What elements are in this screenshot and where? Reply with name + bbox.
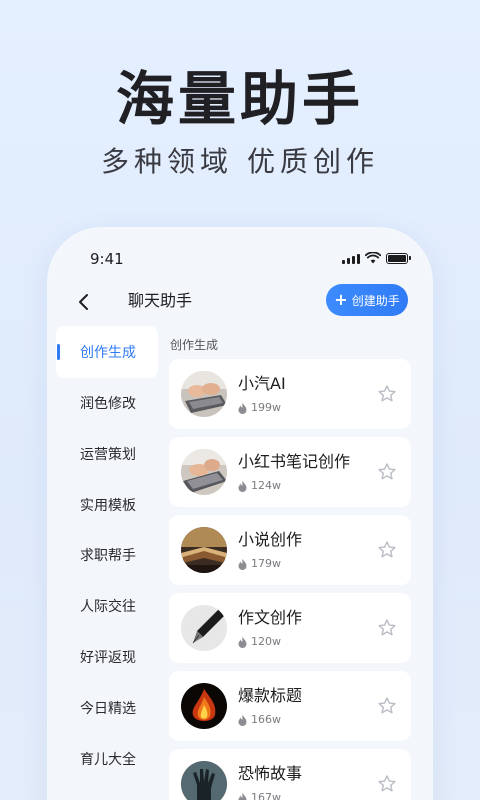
sidebar-item-operations[interactable]: 运营策划	[56, 428, 158, 480]
typing-laptop-avatar	[181, 449, 227, 495]
dark-hand-avatar	[181, 761, 227, 800]
assistant-card[interactable]: 作文创作 120w	[169, 593, 411, 663]
sidebar-item-label: 人际交往	[80, 599, 136, 615]
create-assistant-button[interactable]: + 创建助手	[326, 284, 408, 316]
sidebar-item-creation[interactable]: 创作生成	[56, 326, 158, 378]
section-label: 创作生成	[170, 338, 219, 352]
star-icon[interactable]	[377, 384, 397, 404]
flames-avatar	[181, 683, 227, 729]
status-time: 9:41	[90, 250, 124, 268]
page-title: 聊天助手	[128, 291, 193, 310]
sidebar-item-parenting[interactable]: 育儿大全	[56, 733, 158, 785]
usage-stats: 179w	[238, 557, 281, 571]
chevron-left-icon[interactable]	[74, 290, 94, 314]
assistant-name: 小红书笔记创作	[238, 452, 351, 471]
status-bar: 9:41	[48, 228, 432, 288]
assistant-name: 恐怖故事	[238, 764, 303, 783]
usage-stats: 199w	[238, 401, 281, 415]
assistant-card[interactable]: 小红书笔记创作 124w	[169, 437, 411, 507]
sidebar-item-polish[interactable]: 润色修改	[56, 377, 158, 429]
sidebar-item-picks[interactable]: 今日精选	[56, 682, 158, 734]
plus-icon: +	[334, 290, 348, 309]
create-assistant-label: 创建助手	[351, 293, 400, 308]
wifi-icon	[365, 252, 381, 264]
open-book-avatar	[181, 527, 227, 573]
sidebar-item-label: 育儿大全	[80, 752, 136, 768]
usage-count: 124w	[251, 479, 281, 492]
assistant-name: 作文创作	[238, 608, 303, 627]
sidebar-item-label: 运营策划	[80, 447, 136, 463]
nav-bar: 聊天助手 + 创建助手	[48, 280, 432, 324]
usage-count: 166w	[251, 713, 281, 726]
fountain-pen-avatar	[181, 605, 227, 651]
usage-count: 120w	[251, 635, 281, 648]
sidebar-item-label: 求职帮手	[80, 548, 136, 564]
sidebar-item-social[interactable]: 人际交往	[56, 580, 158, 632]
assistant-name: 小说创作	[238, 530, 303, 549]
star-icon[interactable]	[377, 540, 397, 560]
usage-count: 199w	[251, 401, 281, 414]
sidebar-item-label: 创作生成	[80, 345, 136, 361]
sidebar-item-label: 好评返现	[80, 650, 136, 666]
star-icon[interactable]	[377, 462, 397, 482]
sidebar-item-label: 实用模板	[80, 498, 136, 514]
star-icon[interactable]	[377, 696, 397, 716]
assistant-name: 爆款标题	[238, 686, 303, 705]
usage-stats: 167w	[238, 791, 281, 800]
phone-mockup: 9:41 聊天助手 + 创建助手 创作生成 润色修改 运营策划 实用模板 求职帮…	[48, 228, 432, 800]
usage-count: 167w	[251, 791, 281, 800]
hero-title: 海量助手	[115, 65, 364, 133]
usage-count: 179w	[251, 557, 281, 570]
hero-subtitle: 多种领域 优质创作	[101, 145, 379, 178]
flame-icon	[238, 714, 247, 726]
usage-stats: 166w	[238, 713, 281, 727]
sidebar-item-label: 今日精选	[80, 701, 136, 717]
typing-laptop-avatar	[181, 371, 227, 417]
sidebar-item-label: 润色修改	[80, 396, 136, 412]
signal-icon	[342, 253, 360, 264]
sidebar-item-jobs[interactable]: 求职帮手	[56, 529, 158, 581]
flame-icon	[238, 558, 247, 570]
status-icons	[342, 252, 411, 264]
flame-icon	[238, 480, 247, 492]
star-icon[interactable]	[377, 618, 397, 638]
sidebar-item-reviews[interactable]: 好评返现	[56, 631, 158, 683]
assistant-name: 小汽AI	[238, 374, 286, 393]
sidebar-item-templates[interactable]: 实用模板	[56, 479, 158, 531]
flame-icon	[238, 402, 247, 414]
flame-icon	[238, 636, 247, 648]
assistant-card[interactable]: 小说创作 179w	[169, 515, 411, 585]
star-icon[interactable]	[377, 774, 397, 794]
assistant-card[interactable]: 小汽AI 199w	[169, 359, 411, 429]
assistant-card[interactable]: 恐怖故事 167w	[169, 749, 411, 800]
usage-stats: 120w	[238, 635, 281, 649]
assistant-card[interactable]: 爆款标题 166w	[169, 671, 411, 741]
flame-icon	[238, 792, 247, 800]
battery-icon	[386, 252, 411, 264]
usage-stats: 124w	[238, 479, 281, 493]
